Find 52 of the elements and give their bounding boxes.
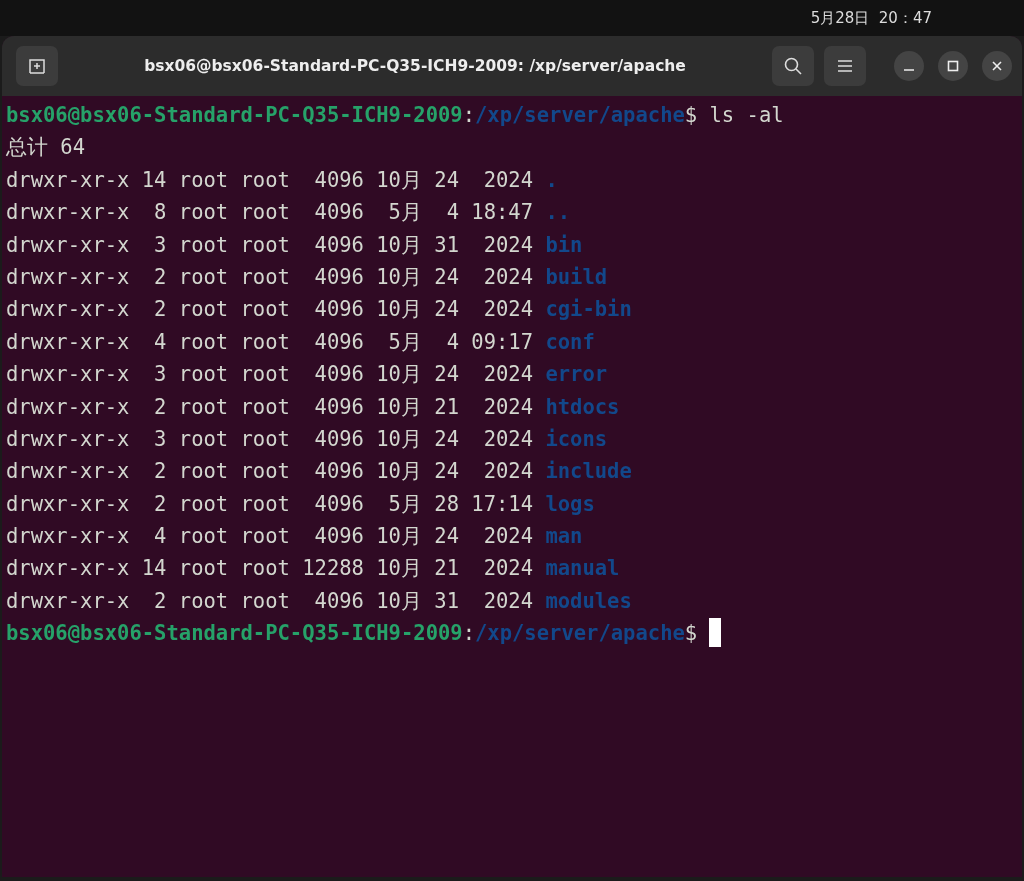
output-text: 总计 64	[6, 135, 86, 160]
search-icon	[783, 56, 803, 76]
directory-name: .	[545, 167, 558, 192]
entry-details: drwxr-xr-x 4 root root 4096 10月 24 2024	[6, 524, 534, 549]
prompt-path: /xp/server/apache	[475, 621, 685, 646]
directory-name: include	[545, 459, 632, 484]
entry-details: drwxr-xr-x 2 root root 4096 5月 28 17:14	[6, 491, 534, 516]
close-button[interactable]	[982, 51, 1012, 81]
clock[interactable]: 5月28日 20：47	[810, 8, 932, 28]
directory-name: error	[545, 362, 608, 387]
directory-name: ..	[545, 200, 571, 225]
search-button[interactable]	[772, 46, 814, 86]
directory-name: icons	[545, 426, 608, 451]
menu-button[interactable]	[824, 46, 866, 86]
prompt-user-host: bsx06@bsx06-Standard-PC-Q35-ICH9-2009	[6, 621, 463, 646]
prompt-symbol: $	[684, 621, 698, 646]
window-title: bsx06@bsx06-Standard-PC-Q35-ICH9-2009: /xp/server/apache	[143, 57, 687, 75]
directory-name: htdocs	[545, 394, 620, 419]
close-icon	[991, 60, 1003, 72]
directory-name: bin	[545, 232, 583, 257]
new-tab-button[interactable]	[16, 46, 58, 86]
entry-details: drwxr-xr-x 8 root root 4096 5月 4 18:47	[6, 200, 534, 225]
maximize-button[interactable]	[938, 51, 968, 81]
maximize-icon	[947, 60, 959, 72]
directory-name: manual	[545, 556, 620, 581]
directory-name: logs	[545, 491, 595, 516]
command-text: ls -al	[708, 103, 784, 127]
entry-details: drwxr-xr-x 2 root root 4096 10月 24 2024	[6, 297, 534, 322]
entry-details: drwxr-xr-x 2 root root 4096 10月 24 2024	[6, 264, 534, 289]
prompt-path: /xp/server/apache	[475, 103, 685, 127]
minimize-icon	[904, 69, 914, 71]
entry-details: drwxr-xr-x 14 root root 4096 10月 24 2024	[6, 167, 534, 192]
new-tab-icon	[28, 57, 46, 75]
entry-details: drwxr-xr-x 2 root root 4096 10月 21 2024	[6, 394, 534, 419]
entry-details: drwxr-xr-x 2 root root 4096 10月 24 2024	[6, 459, 534, 484]
entry-details: drwxr-xr-x 3 root root 4096 10月 24 2024	[6, 362, 534, 387]
menu-icon	[837, 59, 853, 73]
directory-name: build	[545, 264, 608, 289]
minimize-button[interactable]	[894, 51, 924, 81]
prompt-user-host: bsx06@bsx06-Standard-PC-Q35-ICH9-2009	[6, 103, 463, 127]
entry-details: drwxr-xr-x 2 root root 4096 10月 31 2024	[6, 588, 534, 613]
directory-name: man	[545, 524, 583, 549]
entry-details: drwxr-xr-x 3 root root 4096 10月 31 2024	[6, 232, 534, 257]
directory-name: conf	[545, 329, 595, 354]
prompt-separator: :	[462, 103, 475, 127]
entry-details: drwxr-xr-x 4 root root 4096 5月 4 09:17	[6, 329, 534, 354]
directory-name: modules	[545, 588, 632, 613]
entry-details: drwxr-xr-x 14 root root 12288 10月 21 2024	[6, 556, 534, 581]
entry-details: drwxr-xr-x 3 root root 4096 10月 24 2024	[6, 426, 534, 451]
prompt-symbol: $	[684, 103, 698, 127]
prompt-separator: :	[462, 621, 475, 646]
directory-name: cgi-bin	[545, 297, 632, 322]
